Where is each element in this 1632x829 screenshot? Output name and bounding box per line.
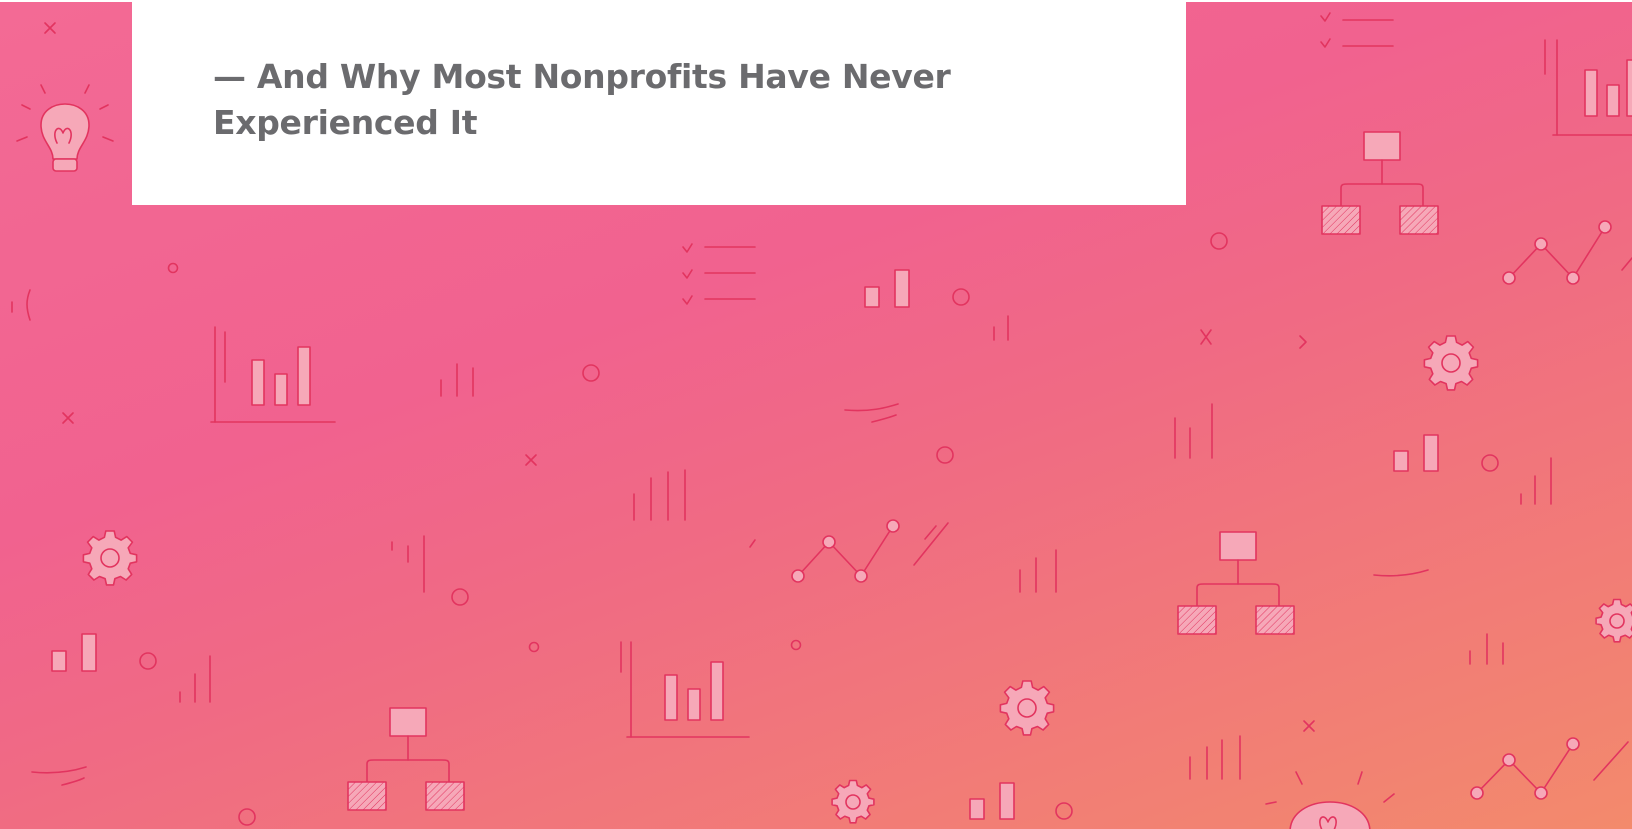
bar-chart-icon (621, 642, 749, 737)
gear-icon (832, 781, 874, 823)
swoosh-strokes (32, 336, 1428, 785)
line-chart-icon (1503, 221, 1632, 284)
bar-chart-icon (211, 327, 335, 422)
tally-marks (12, 290, 1551, 779)
org-chart-icon (348, 708, 464, 810)
gear-icon (83, 531, 136, 585)
bar-chart-icon (1545, 40, 1632, 135)
org-chart-icon (1178, 532, 1294, 634)
lightbulb-icon (17, 85, 113, 171)
hero-subtitle: — And Why Most Nonprofits Have Never Exp… (213, 57, 951, 142)
page: — And Why Most Nonprofits Have Never Exp… (0, 0, 1632, 829)
checklist-icon (683, 244, 755, 304)
lightbulb-icon (1266, 772, 1394, 829)
gear-icon (1000, 681, 1053, 735)
line-chart-icon (792, 520, 948, 582)
gear-icon (1424, 336, 1477, 390)
org-chart-icon (1322, 132, 1438, 234)
title-card: — And Why Most Nonprofits Have Never Exp… (132, 2, 1186, 205)
gear-icon (1596, 600, 1632, 642)
dot-marks (140, 233, 1498, 825)
line-chart-icon (1471, 738, 1628, 799)
checklist-icon (1321, 13, 1393, 47)
